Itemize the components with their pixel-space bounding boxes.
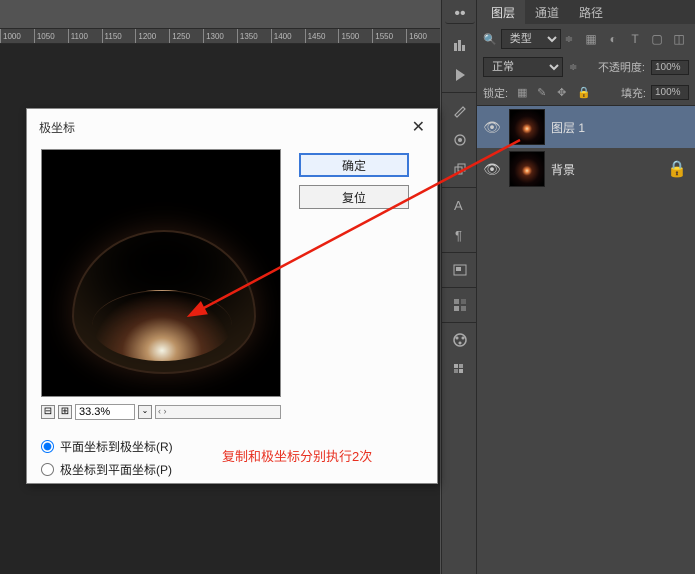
brush-panel-icon[interactable] [445,97,475,123]
color-panel-icon[interactable] [445,327,475,353]
ruler-mark: 1250 [169,29,203,43]
smart-object-filter-icon[interactable]: ◫ [671,31,687,47]
swatches-panel-icon[interactable] [445,292,475,318]
collapsed-panels-bar: •• A ¶ [441,0,477,574]
ruler-mark: 1200 [135,29,169,43]
ruler-mark: 1150 [102,29,136,43]
adjustment-layer-filter-icon[interactable]: ◐ [605,31,621,47]
ruler-mark: 1550 [372,29,406,43]
zoom-in-button[interactable]: ⊞ [58,405,72,419]
layer-list: 👁 图层 1 👁 背景 🔒 [477,106,695,190]
layer-name[interactable]: 图层 1 [551,119,585,136]
zoom-value[interactable]: 33.3% [75,404,135,420]
layer-row[interactable]: 👁 图层 1 [477,106,695,148]
reset-button[interactable]: 复位 [299,185,409,209]
tab-paths[interactable]: 路径 [569,0,613,24]
panel-tabs: 图层 通道 路径 [481,0,695,24]
fill-value[interactable]: 100% [651,85,689,100]
tab-layers[interactable]: 图层 [481,0,525,24]
ruler-mark: 1300 [203,29,237,43]
polar-coordinates-dialog: 极坐标 ✕ ⊟ ⊞ 33.3% ⌄ 确定 复位 平面坐标到 [26,108,438,484]
lock-transparency-icon[interactable]: ▦ [517,86,531,100]
panel-handle-icon[interactable]: •• [445,4,475,24]
ruler-mark: 1600 [406,29,440,43]
radio-input[interactable] [41,440,54,453]
preview-scrollbar[interactable] [155,405,281,419]
lock-all-icon[interactable]: 🔒 [577,86,591,100]
dialog-title: 极坐标 [39,119,75,136]
ruler-mark: 1500 [338,29,372,43]
lock-paint-icon[interactable]: ✎ [537,86,551,100]
character-panel-icon[interactable]: A [445,192,475,218]
horizontal-ruler: 1000 1050 1100 1150 1200 1250 1300 1350 … [0,28,440,44]
lock-position-icon[interactable]: ✥ [557,86,571,100]
opacity-label: 不透明度: [598,59,645,75]
blend-mode-select[interactable]: 正常 [483,57,563,77]
radio-label: 平面坐标到极坐标(R) [60,438,173,455]
ruler-mark: 1050 [34,29,68,43]
brush-presets-icon[interactable] [445,127,475,153]
paragraph-panel-icon[interactable]: ¶ [445,222,475,248]
layer-row[interactable]: 👁 背景 🔒 [477,148,695,190]
fill-label: 填充: [621,85,646,101]
ruler-mark: 1450 [305,29,339,43]
layer-name[interactable]: 背景 [551,161,575,178]
lock-label: 锁定: [483,85,508,101]
clone-source-icon[interactable] [445,157,475,183]
svg-text:A: A [454,198,463,213]
radio-label: 极坐标到平面坐标(P) [60,461,172,478]
layers-panel: 图层 通道 路径 🔍 类型 ≑ ▦ ◐ T ▢ ◫ 正常 ≑ 不透明度: 100… [477,0,695,574]
ruler-mark: 1400 [271,29,305,43]
visibility-eye-icon[interactable]: 👁 [481,119,503,136]
play-icon[interactable] [445,62,475,88]
styles-panel-icon[interactable] [445,357,475,383]
close-icon[interactable]: ✕ [412,117,425,137]
opacity-value[interactable]: 100% [651,60,689,75]
annotation-text: 复制和极坐标分别执行2次 [222,446,372,465]
layer-filter-select[interactable]: 类型 [501,29,561,49]
ruler-mark: 1000 [0,29,34,43]
zoom-dropdown-icon[interactable]: ⌄ [138,405,152,419]
layer-thumbnail[interactable] [509,151,545,187]
filter-preview[interactable] [41,149,281,397]
ruler-mark: 1350 [237,29,271,43]
shape-layer-filter-icon[interactable]: ▢ [649,31,665,47]
ruler-mark: 1100 [68,29,102,43]
search-icon: 🔍 [483,33,497,46]
visibility-eye-icon[interactable]: 👁 [481,161,503,178]
layer-thumbnail[interactable] [509,109,545,145]
svg-text:¶: ¶ [455,228,462,243]
tab-channels[interactable]: 通道 [525,0,569,24]
history-panel-icon[interactable] [445,32,475,58]
lock-icon: 🔒 [667,159,687,179]
type-layer-filter-icon[interactable]: T [627,31,643,47]
pixel-layer-filter-icon[interactable]: ▦ [583,31,599,47]
zoom-out-button[interactable]: ⊟ [41,405,55,419]
radio-input[interactable] [41,463,54,476]
nav-panel-icon[interactable] [445,257,475,283]
ok-button[interactable]: 确定 [299,153,409,177]
